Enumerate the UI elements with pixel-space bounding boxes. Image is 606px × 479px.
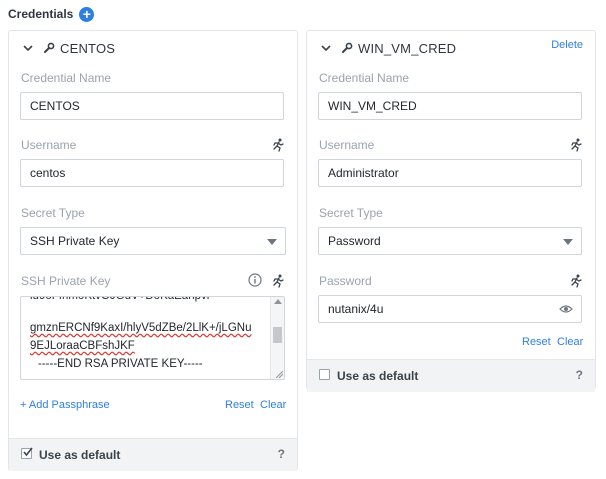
runner-icon[interactable] (569, 138, 583, 152)
secret-type-label: Secret Type (319, 206, 383, 220)
chevron-down-icon[interactable] (21, 41, 35, 55)
card-header[interactable]: CENTOS (21, 39, 285, 57)
secret-type-value: Password (328, 234, 381, 248)
clear-link[interactable]: Clear (260, 399, 286, 411)
secret-type-select[interactable]: SSH Private Key (20, 227, 286, 255)
key-line: gmznERCNf9KaxI/hlyV5dZBe/2LlK+/jLGNu (30, 320, 266, 336)
help-icon[interactable]: ? (278, 447, 285, 461)
textarea-scrollbar[interactable] (270, 297, 284, 379)
help-icon[interactable]: ? (576, 368, 583, 382)
card-footer: Use as default ? (9, 438, 297, 471)
key-line: -----END RSA PRIVATE KEY----- (38, 358, 203, 370)
card-footer: Use as default ? (307, 359, 595, 392)
card-title: WIN_VM_CRED (358, 40, 457, 56)
add-passphrase-link[interactable]: + Add Passphrase (20, 399, 110, 411)
scroll-thumb[interactable] (273, 327, 282, 343)
resize-handle-icon[interactable] (275, 370, 283, 378)
card-title: CENTOS (60, 40, 116, 56)
key-line-text: 9EJLoraaCBFshJKF (30, 340, 135, 352)
eye-icon[interactable] (559, 304, 573, 314)
use-default-checkbox[interactable] (319, 369, 330, 380)
wrench-icon (44, 42, 55, 53)
username-label: Username (319, 138, 375, 152)
secret-type-value: SSH Private Key (30, 234, 120, 248)
runner-icon[interactable] (569, 274, 583, 288)
wrench-icon (342, 42, 353, 53)
card-header[interactable]: WIN_VM_CRED Delete (319, 39, 583, 57)
username-input[interactable]: Administrator (318, 159, 582, 187)
scroll-up-icon[interactable] (274, 299, 282, 304)
credentials-header: Credentials + (8, 4, 95, 24)
ssh-private-key-textarea[interactable]: lu9oFfnmoKtvOJGuV+DoKaEanpvr gmznERCNf9K… (20, 296, 285, 380)
checkmark-icon (23, 447, 33, 457)
credential-name-label: Credential Name (319, 71, 410, 85)
use-default-label: Use as default (39, 448, 121, 462)
use-default-label: Use as default (337, 369, 419, 383)
use-default-checkbox[interactable] (21, 447, 33, 459)
credential-name-label: Credential Name (21, 71, 112, 85)
runner-icon[interactable] (271, 138, 285, 152)
key-line: lu9oFfnmoKtvOJGuV+DoKaEanpvr (30, 296, 211, 302)
runner-icon[interactable] (271, 274, 285, 288)
username-input[interactable]: centos (20, 159, 284, 187)
delete-link[interactable]: Delete (551, 39, 583, 51)
password-value: nutanix/4u (328, 302, 384, 316)
caret-down-icon (563, 239, 573, 245)
credential-name-input[interactable]: WIN_VM_CRED (318, 92, 582, 120)
reset-link[interactable]: Reset (522, 336, 551, 348)
caret-down-icon (267, 239, 277, 245)
reset-link[interactable]: Reset (225, 399, 254, 411)
credential-card-win-vm-cred: WIN_VM_CRED Delete Credential Name WIN_V… (306, 30, 596, 392)
password-label: Password (319, 274, 372, 288)
credential-name-input[interactable]: CENTOS (20, 92, 284, 120)
chevron-down-icon[interactable] (319, 41, 333, 55)
add-credential-button[interactable]: + (79, 6, 95, 22)
secret-type-select[interactable]: Password (318, 227, 582, 255)
username-label: Username (21, 138, 77, 152)
section-title: Credentials (8, 7, 74, 21)
key-line-text: gmznERCNf9KaxI/hlyV5dZBe/2LlK+/jLGNu (30, 322, 252, 334)
secret-type-label: Secret Type (21, 206, 85, 220)
password-input[interactable]: nutanix/4u (318, 295, 582, 323)
ssh-key-label: SSH Private Key (21, 274, 111, 288)
key-line: 9EJLoraaCBFshJKF (30, 338, 266, 354)
info-icon[interactable] (248, 273, 262, 287)
clear-link[interactable]: Clear (557, 336, 583, 348)
credential-card-centos: CENTOS Credential Name CENTOS Username c… (8, 30, 298, 471)
